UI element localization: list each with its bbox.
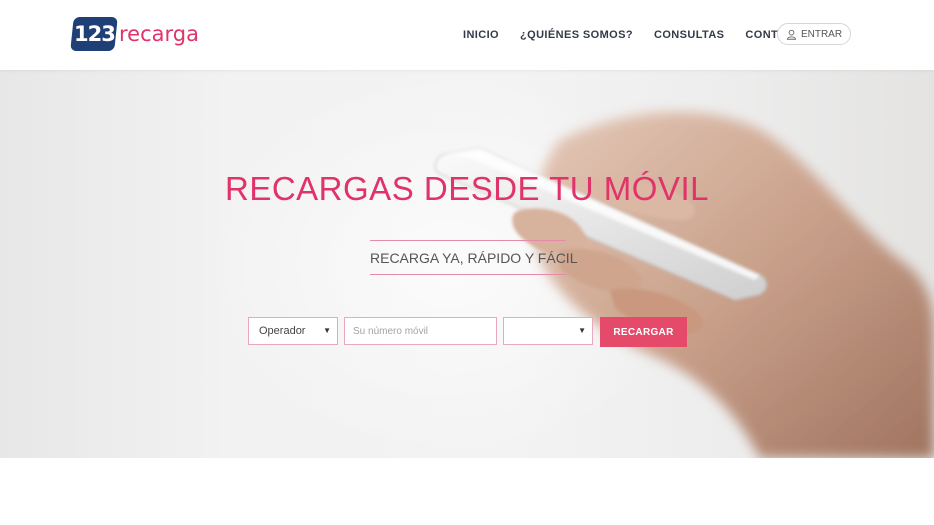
hero-subtitle: RECARGA YA, RÁPIDO Y FÁCIL [370,250,578,266]
hero-subtitle-box: RECARGA YA, RÁPIDO Y FÁCIL [370,240,577,275]
hero-section: RECARGAS DESDE TU MÓVIL RECARGA YA, RÁPI… [0,70,934,458]
brand-logo[interactable]: 123 recarga [70,14,199,54]
operator-select[interactable]: Operador ▼ [248,317,338,345]
chevron-down-icon: ▼ [578,326,586,335]
site-header: 123 recarga INICIO ¿QUIÉNES SOMOS? CONSU… [0,0,934,70]
logo-badge: 123 [70,17,118,51]
phone-number-placeholder: Su número móvil [353,326,429,337]
user-icon [786,29,797,40]
nav-item-quienes-somos[interactable]: ¿QUIÉNES SOMOS? [520,29,633,41]
amount-select[interactable]: ▼ [503,317,593,345]
recharge-form: Operador ▼ Su número móvil ▼ RECARGAR [0,317,934,347]
main-nav: INICIO ¿QUIÉNES SOMOS? CONSULTAS CONTACT… [463,24,831,46]
recharge-button[interactable]: RECARGAR [600,317,687,347]
operator-select-value: Operador [259,325,306,337]
nav-item-inicio[interactable]: INICIO [463,29,499,41]
nav-item-consultas[interactable]: CONSULTAS [654,29,724,41]
login-label: ENTRAR [800,28,843,40]
logo-text: recarga [119,22,199,46]
chevron-down-icon: ▼ [323,326,331,335]
login-button[interactable]: ENTRAR [777,23,851,45]
logo-number: 123 [73,22,115,46]
phone-number-input[interactable]: Su número móvil [344,317,497,345]
hero-title: RECARGAS DESDE TU MÓVIL [225,170,709,207]
